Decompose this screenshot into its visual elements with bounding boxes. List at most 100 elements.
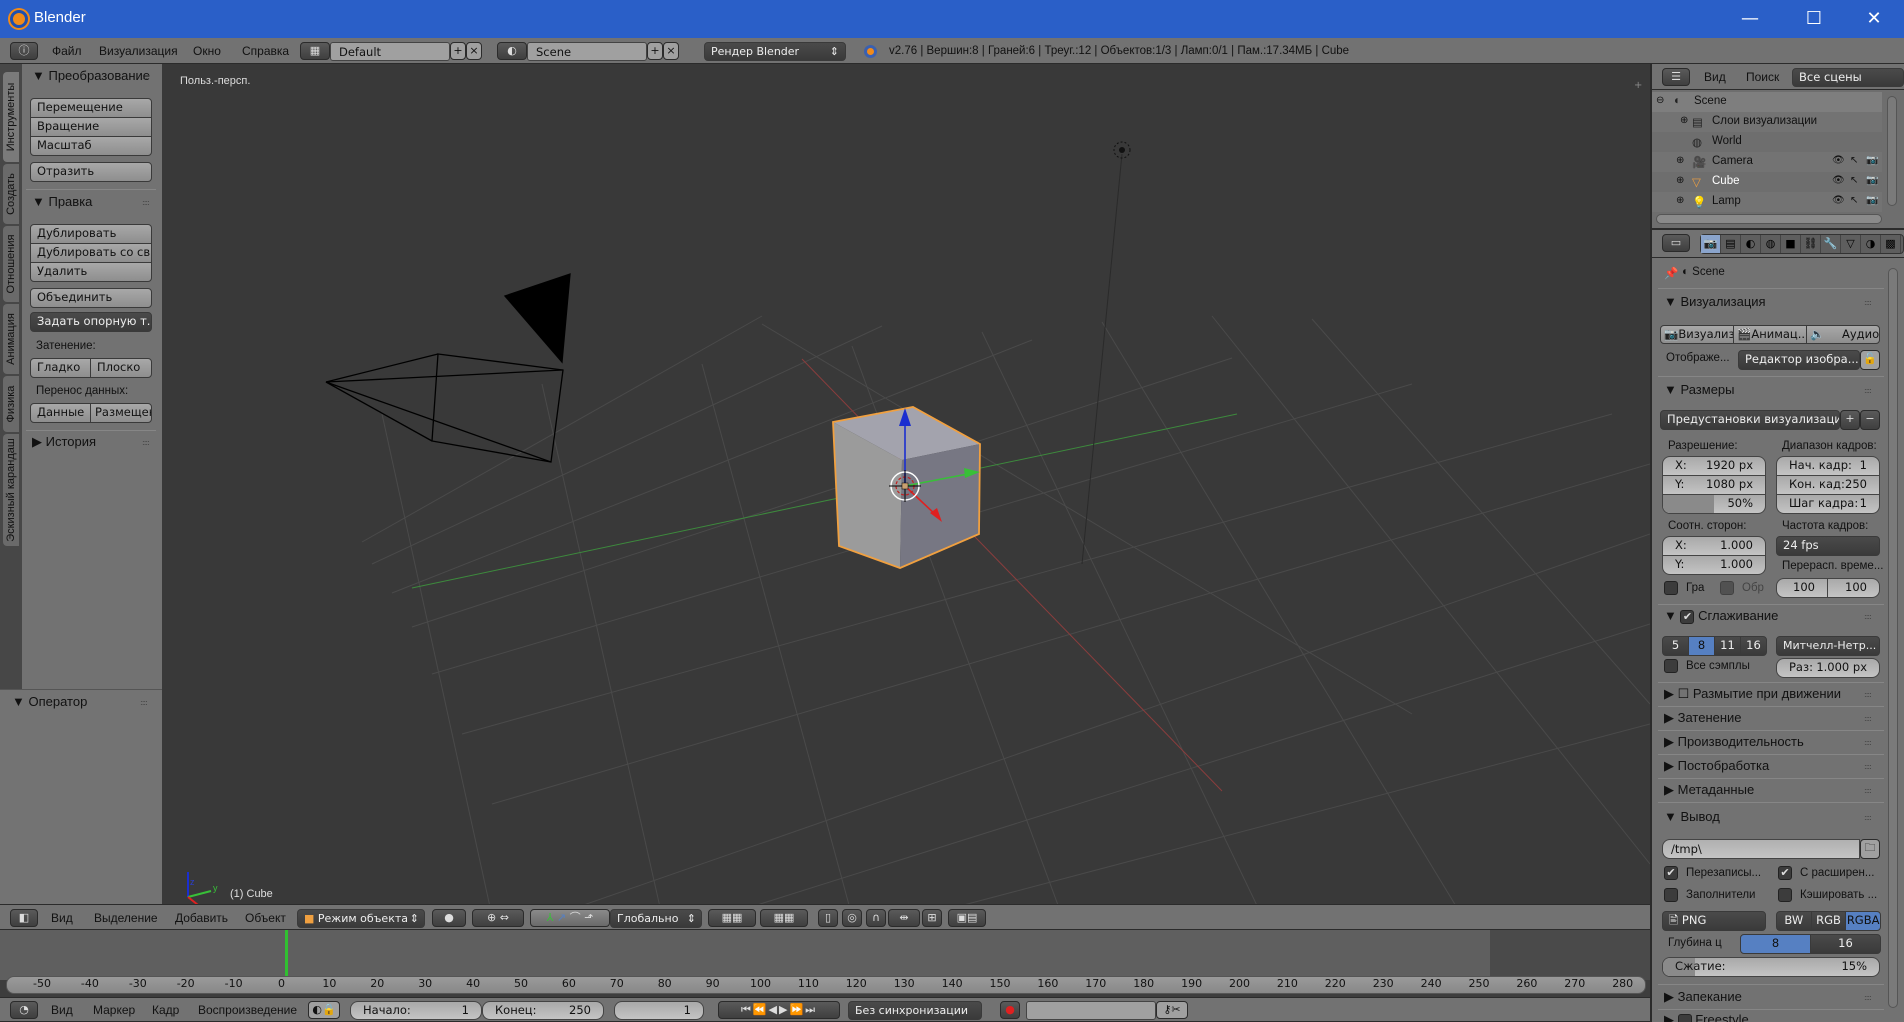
render-audio-button[interactable]: 🔈 Аудио: [1806, 325, 1880, 344]
remap-old-field[interactable]: 100: [1776, 578, 1828, 598]
drag-handle-icon[interactable]: ::::: [1864, 714, 1872, 723]
render-presets-select[interactable]: Предустановки визуализации: [1660, 410, 1840, 430]
drag-handle-icon[interactable]: ::::: [142, 198, 150, 207]
resolution-x-field[interactable]: X: 1920 px: [1662, 456, 1766, 476]
snap-element-icon[interactable]: ⇹: [888, 909, 920, 927]
drag-handle-icon[interactable]: ::::: [1864, 612, 1872, 621]
eye-icon[interactable]: 👁: [1832, 175, 1845, 186]
outliner-menu-view[interactable]: Вид: [1704, 66, 1726, 88]
mode-select[interactable]: ■ Режим объекта ⇕: [297, 909, 425, 928]
tab-animation[interactable]: Анимация: [3, 304, 19, 374]
render-engine-select[interactable]: Рендер Blender ⇕: [704, 42, 846, 61]
color-depth-button[interactable]: 16: [1810, 934, 1881, 954]
menu-help[interactable]: Справка: [242, 40, 289, 62]
texture-tab-icon[interactable]: ▩: [1881, 235, 1901, 253]
color-mode-button[interactable]: RGBA: [1845, 911, 1881, 931]
drag-handle-icon[interactable]: ::::: [1864, 762, 1872, 771]
add-preset-icon[interactable]: +: [1840, 410, 1860, 430]
layers-icon-2[interactable]: ▦▦: [760, 909, 808, 927]
display-select[interactable]: Редактор изобра...: [1738, 350, 1860, 370]
file-format-select[interactable]: 🖹 PNG: [1662, 911, 1766, 931]
delete-button[interactable]: Удалить: [30, 262, 152, 282]
tab-tools[interactable]: Инструменты: [3, 72, 19, 162]
aa-filter-select[interactable]: Митчелл-Нетр...: [1776, 636, 1880, 656]
layout-icon[interactable]: ▦: [300, 42, 330, 60]
minimize-button[interactable]: —: [1720, 0, 1780, 38]
camera-object[interactable]: [325, 273, 571, 463]
current-frame-marker[interactable]: [285, 930, 288, 980]
drag-handle-icon[interactable]: ::::: [1864, 690, 1872, 699]
drag-handle-icon[interactable]: ::::: [1864, 813, 1872, 822]
freestyle-checkbox[interactable]: [1677, 1013, 1692, 1022]
tab-create[interactable]: Создать: [3, 164, 19, 224]
start-frame-field[interactable]: Нач. кадр: 1: [1776, 456, 1880, 476]
panel-output-header[interactable]: ▼ Вывод: [1664, 809, 1720, 824]
editor-type-timeline-icon[interactable]: ◔: [10, 1001, 38, 1019]
collapsed-panel-header[interactable]: ▶ Затенение: [1664, 710, 1742, 726]
outliner-item[interactable]: ⊕ 💡 Lamp 👁 ↖ 📷: [1652, 192, 1882, 212]
shade-flat-button[interactable]: Плоско: [90, 358, 152, 378]
color-mode-button[interactable]: BW: [1776, 911, 1812, 931]
file-browser-icon[interactable]: 🗀: [1860, 839, 1880, 859]
panel-render-header[interactable]: ▼ Визуализация: [1664, 294, 1766, 309]
object-tab-icon[interactable]: ■: [1781, 235, 1801, 253]
layers-icon-1[interactable]: ▦▦: [708, 909, 756, 927]
remove-scene-icon[interactable]: ×: [663, 42, 679, 60]
placeholders-checkbox[interactable]: [1664, 888, 1678, 902]
outliner-item[interactable]: ⊖ ◐ Scene: [1652, 92, 1882, 112]
tab-relations[interactable]: Отношения: [3, 226, 19, 302]
eye-icon[interactable]: 👁: [1832, 195, 1845, 206]
manipulator-icons[interactable]: ⅄ ↗ ⌒ ⬏: [530, 909, 610, 927]
aspect-x-field[interactable]: X: 1.000: [1662, 536, 1766, 556]
set-origin-select[interactable]: Задать опорную т...: [30, 312, 152, 332]
duplicate-linked-button[interactable]: Дублировать со св...: [30, 243, 152, 263]
panel-aa-header[interactable]: ▼ ✔ Сглаживание: [1664, 608, 1778, 624]
area-divider[interactable]: [1650, 64, 1652, 1022]
menu-view[interactable]: Вид: [51, 907, 73, 929]
remove-layout-icon[interactable]: ×: [466, 42, 482, 60]
add-scene-icon[interactable]: +: [647, 42, 663, 60]
menu-file[interactable]: Файл: [52, 40, 82, 62]
editor-type-properties-icon[interactable]: ▭: [1662, 234, 1690, 252]
expand-icon[interactable]: ⊕: [1676, 175, 1684, 186]
panel-history-header[interactable]: ▶ История: [32, 434, 96, 450]
aa-sample-button[interactable]: 5: [1662, 636, 1689, 656]
close-button[interactable]: ✕: [1844, 0, 1904, 38]
collapsed-panel-header[interactable]: ▶ Производительность: [1664, 734, 1804, 750]
keyframe-icons[interactable]: ⚷✂: [1156, 1001, 1188, 1019]
color-mode-button[interactable]: RGB: [1810, 911, 1847, 931]
outliner-item[interactable]: ⊕ ▽ Cube 👁 ↖ 📷: [1652, 172, 1882, 192]
record-icon[interactable]: ●: [1000, 1001, 1020, 1019]
duplicate-button[interactable]: Дублировать: [30, 224, 152, 244]
aa-sample-button[interactable]: 8: [1688, 636, 1715, 656]
end-frame-field[interactable]: Конец: 250: [482, 1001, 604, 1020]
scene-field[interactable]: Scene: [527, 42, 647, 61]
expand-icon[interactable]: ⊕: [1680, 115, 1688, 126]
aspect-y-field[interactable]: Y: 1.000: [1662, 555, 1766, 575]
full-sample-checkbox[interactable]: [1664, 659, 1678, 673]
orientation-select[interactable]: Глобально ⇕: [610, 909, 702, 928]
outliner-item[interactable]: ⊕ 🎥 Camera 👁 ↖ 📷: [1652, 152, 1882, 172]
snap-target-icon[interactable]: ⊞: [922, 909, 942, 927]
editor-type-info-icon[interactable]: ⓘ: [10, 42, 38, 60]
filter-size-field[interactable]: Раз: 1.000 px: [1776, 658, 1880, 678]
drag-handle-icon[interactable]: ::::: [140, 698, 148, 707]
lock-interface-icon[interactable]: 🔓: [1860, 350, 1880, 370]
scene-tab-icon[interactable]: ◐: [1741, 235, 1761, 253]
compression-slider[interactable]: Сжатие: 15%: [1662, 957, 1880, 977]
3d-viewport[interactable]: Польз.-персп. z y x (1) Cube +: [162, 64, 1650, 916]
preview-range-icon[interactable]: ◐🔒: [308, 1001, 340, 1019]
remove-preset-icon[interactable]: −: [1860, 410, 1880, 430]
crop-checkbox[interactable]: [1720, 581, 1734, 595]
collapsed-panel-header[interactable]: ▶ ☐ Размытие при движении: [1664, 686, 1841, 702]
expand-icon[interactable]: ⊕: [1676, 155, 1684, 166]
menu-playback[interactable]: Воспроизведение: [198, 999, 297, 1021]
cursor-icon[interactable]: ↖: [1850, 195, 1858, 206]
expand-icon[interactable]: ⊖: [1656, 95, 1664, 106]
translate-button[interactable]: Перемещение: [30, 98, 152, 118]
join-button[interactable]: Объединить: [30, 288, 152, 308]
area-divider[interactable]: [1652, 228, 1904, 230]
render-animation-button[interactable]: 🎬Анимац...: [1733, 325, 1807, 344]
frame-step-field[interactable]: Шаг кадра: 1: [1776, 494, 1880, 514]
constraints-tab-icon[interactable]: ⛓: [1801, 235, 1821, 253]
